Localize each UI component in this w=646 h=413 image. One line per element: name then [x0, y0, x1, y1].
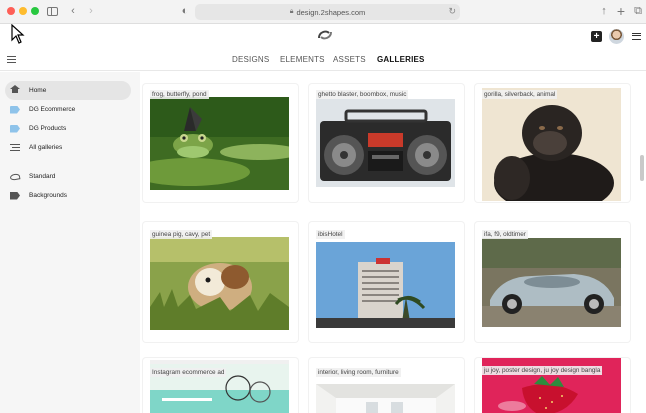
frog-thumbnail	[150, 97, 289, 190]
lock-icon: 🔒︎	[289, 8, 294, 15]
tab-assets[interactable]: ASSETS	[333, 55, 366, 64]
gallery-card-interior[interactable]: interior, living room, furniture	[309, 358, 464, 413]
close-window-button[interactable]	[7, 7, 15, 15]
mouse-cursor-icon	[11, 24, 25, 44]
gallery-caption: ibisHotel	[316, 230, 345, 239]
boombox-thumbnail	[316, 99, 455, 187]
gallery-caption: frog, butterfly, pond	[150, 90, 209, 99]
share-icon[interactable]: ↑	[597, 4, 611, 18]
tag-icon	[10, 105, 20, 114]
browser-toolbar: ‹ › ◐ 🔒︎ design.2shapes.com ↻ ↑ + ⧉	[0, 0, 646, 24]
tab-designs[interactable]: DESIGNS	[232, 55, 269, 64]
forward-icon[interactable]: ›	[84, 4, 98, 18]
sidebar-toggle-icon[interactable]	[47, 7, 58, 16]
sidebar-item-label: DG Products	[29, 125, 67, 132]
sidebar-item-label: Backgrounds	[29, 192, 67, 199]
sidebar-item-label: Home	[29, 87, 47, 94]
hotel-thumbnail	[316, 242, 455, 328]
maximize-window-button[interactable]	[31, 7, 39, 15]
gallery-caption: ifa, f9, oldtimer	[482, 230, 528, 239]
gallery-card-ifa-oldtimer[interactable]: ifa, f9, oldtimer	[475, 222, 630, 342]
add-button[interactable]: +	[591, 31, 602, 42]
page-scrollbar[interactable]	[640, 155, 644, 181]
sidebar-item-standard[interactable]: Standard	[5, 167, 131, 186]
gallery-caption: gorilla, silverback, animal	[482, 90, 558, 99]
new-tab-icon[interactable]: +	[614, 4, 628, 18]
sidebar-item-label: All galleries	[29, 144, 63, 151]
sidebar: Home DG Ecommerce DG Products All galler…	[0, 72, 140, 413]
gallery-caption: ju joy, poster design, ju joy design ban…	[482, 366, 603, 375]
hamburger-menu-icon[interactable]	[7, 56, 16, 63]
gallery-caption: guinea pig, cavy, pet	[150, 230, 213, 239]
url-text: design.2shapes.com	[296, 7, 366, 17]
gorilla-thumbnail	[482, 88, 621, 201]
gallery-card-ibis-hotel[interactable]: ibisHotel	[309, 222, 464, 342]
gallery-card-ju-joy-poster[interactable]: ju joy, poster design, ju joy design ban…	[475, 358, 630, 413]
sidebar-item-all-galleries[interactable]: All galleries	[5, 138, 131, 157]
sidebar-item-label: Standard	[29, 173, 56, 180]
avatar[interactable]	[609, 29, 624, 44]
tab-elements[interactable]: ELEMENTS	[280, 55, 325, 64]
sidebar-item-backgrounds[interactable]: Backgrounds	[5, 186, 131, 205]
sidebar-item-home[interactable]: Home	[5, 81, 131, 100]
gallery-card-gorilla[interactable]: gorilla, silverback, animal	[475, 84, 630, 202]
tag-icon	[10, 191, 20, 200]
home-icon	[10, 85, 20, 93]
minimize-window-button[interactable]	[19, 7, 27, 15]
address-bar[interactable]: 🔒︎ design.2shapes.com ↻	[195, 4, 460, 20]
gallery-caption: Instagram ecommerce ad	[150, 368, 227, 377]
reload-icon[interactable]: ↻	[448, 6, 456, 17]
guinea-pig-thumbnail	[150, 237, 289, 330]
gallery-caption: interior, living room, furniture	[316, 368, 401, 377]
privacy-shield-icon[interactable]: ◐	[178, 4, 192, 18]
gallery-card-frog[interactable]: frog, butterfly, pond	[143, 84, 298, 202]
tab-galleries[interactable]: GALLERIES	[377, 55, 425, 64]
logo-icon	[9, 172, 21, 181]
back-icon[interactable]: ‹	[66, 4, 80, 18]
list-icon	[10, 144, 20, 151]
gallery-card-boombox[interactable]: ghetto blaster, boombox, music	[309, 84, 464, 202]
sidebar-item-label: DG Ecommerce	[29, 106, 76, 113]
tag-icon	[10, 124, 20, 133]
sidebar-item-dg-products[interactable]: DG Products	[5, 119, 131, 138]
interior-thumbnail	[316, 384, 455, 413]
gallery-card-guinea-pig[interactable]: guinea pig, cavy, pet	[143, 222, 298, 342]
car-thumbnail	[482, 238, 621, 327]
2shapes-logo-icon[interactable]	[317, 29, 333, 41]
sidebar-item-dg-ecommerce[interactable]: DG Ecommerce	[5, 100, 131, 119]
gallery-caption: ghetto blaster, boombox, music	[316, 90, 409, 99]
menu-icon[interactable]	[632, 33, 641, 40]
gallery-card-instagram-ad[interactable]: Instagram ecommerce ad	[143, 358, 298, 413]
tab-overview-icon[interactable]: ⧉	[631, 4, 645, 18]
